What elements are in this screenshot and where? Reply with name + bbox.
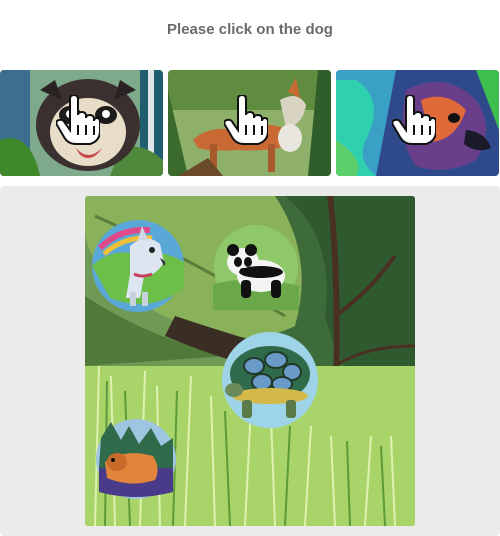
instruction-text: Please click on the dog (167, 21, 333, 38)
hand-pointer-icon (56, 95, 100, 145)
hand-pointer-icon (392, 95, 436, 145)
dog-object[interactable] (90, 218, 186, 314)
example-images-row (0, 70, 500, 176)
hand-pointer-icon (224, 95, 268, 145)
panda-object[interactable] (213, 224, 299, 310)
challenge-panel (0, 186, 500, 536)
challenge-image[interactable] (85, 196, 415, 526)
bear-object[interactable] (95, 418, 177, 500)
turtle-object[interactable] (220, 330, 320, 430)
